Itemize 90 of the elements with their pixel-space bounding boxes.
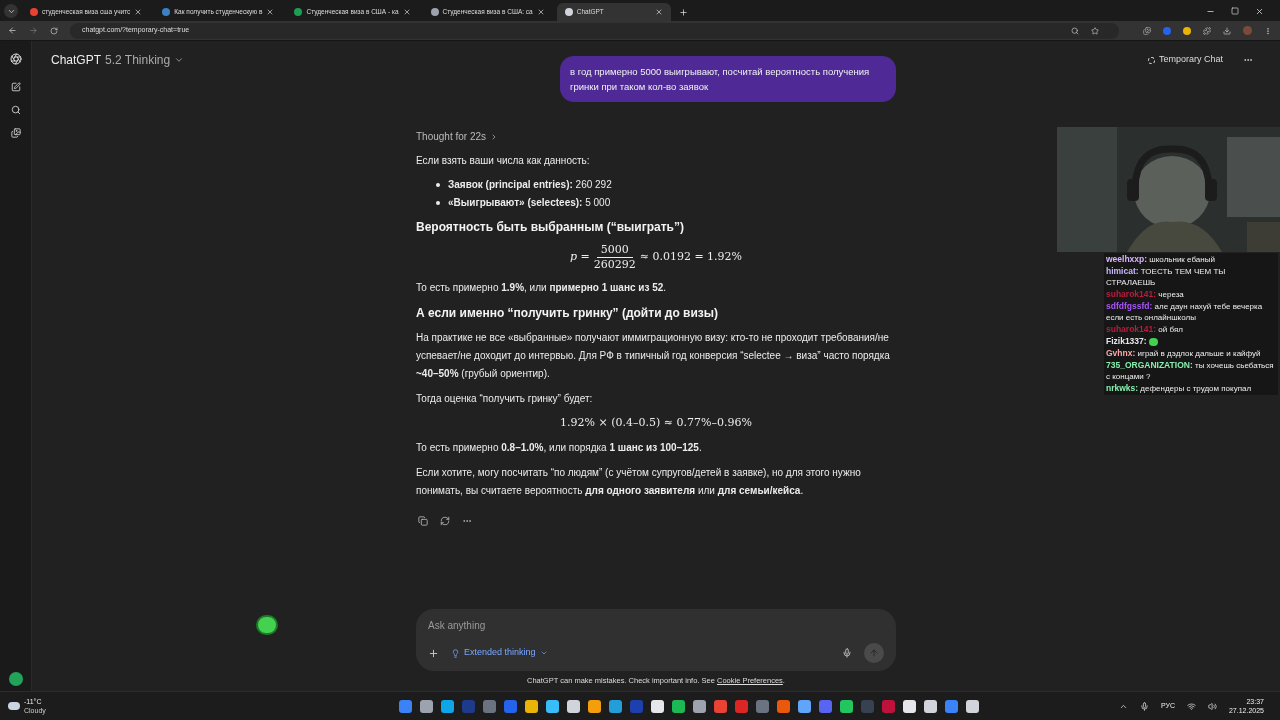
taskbar-app-icon[interactable] [545,699,559,713]
taskbar-app-icon[interactable] [650,699,664,713]
reload-icon[interactable] [50,26,58,35]
answer-heading: А если именно “получить гринку” (дойти до визы) [416,305,720,322]
back-icon[interactable] [8,26,17,35]
answer-paragraph: То есть примерно 0.8–1.0%, или порядка 1 шанс из 100–125. [416,440,703,455]
answer-paragraph: Тогда оценка “получить гринку” будет: [416,392,594,406]
formula-text: 1.92% × (0.4–0.5) ≈ 0.77%–0.96% [560,415,752,431]
close-icon[interactable] [536,8,545,16]
user-avatar[interactable] [8,672,23,686]
chevron-down-icon [539,649,548,657]
close-icon[interactable] [402,8,411,16]
answer-paragraph: Если хотите, могу посчитать “по людям” (с учётом супругов/детей в заявке), но для этого нужно понимать, вы считаете вероятность для одного заявителя или для семьи/кейса. [416,465,862,498]
taskbar-app-icon[interactable] [839,699,853,713]
answer-paragraph: То есть примерно 1.9%, или примерно 1 шанс из 52. [416,281,668,295]
images-icon[interactable] [10,128,21,138]
download-icon[interactable] [1223,26,1231,35]
close-icon[interactable] [654,8,663,16]
chat-username: Fizik1337: [1106,336,1147,346]
emote-icon [256,615,278,635]
taskbar-app-icon[interactable] [419,699,433,713]
chat-username: nrkwks: [1106,383,1139,393]
close-icon[interactable] [266,8,275,16]
chat-message: 735_ORGANIZATION: ты хочешь сьебаться с концами ? [1106,360,1275,382]
chat-username: weelhxxp: [1106,254,1148,264]
chat-message: Gvhnx: играй в дэдлок дальше и кайфуй [1106,348,1262,359]
extension-icon[interactable] [1143,26,1151,35]
chat-message: suharok141: ой бял [1106,324,1184,335]
chat-username: 735_ORGANIZATION: [1106,360,1193,370]
close-icon[interactable] [134,8,143,16]
attach-icon[interactable] [428,647,439,659]
taskbar-app-icon[interactable] [692,699,706,713]
arrow-up-icon [869,648,879,658]
tab-search-button[interactable] [4,4,18,18]
formula-text: ≈ 0.0192 = 1.92% [639,249,743,266]
volume-icon[interactable] [1207,701,1217,711]
regenerate-icon[interactable] [440,515,450,526]
message-input[interactable]: Ask anything [428,617,884,633]
microphone-icon[interactable] [1139,701,1149,711]
zoom-icon[interactable] [1071,26,1079,35]
weather-icon [8,702,20,710]
chat-username: suharok141: [1106,324,1157,334]
answer-paragraph: На практике не все «выбранные» получают иммиграционную визу: кто-то не проходит требования/не успевает/не доходит до интервью. Для РФ в типичный год конверсия “selectee → виза” часто порядка ~40–50% (грубый ориентир). [416,331,891,381]
answer-paragraph: Если взять ваши числа как данность: [416,154,591,168]
chat-username: himicat: [1106,266,1139,276]
taskbar-app-icon[interactable] [797,699,811,713]
formula-text: p = [569,249,590,266]
restore-icon[interactable] [1231,7,1239,15]
thought-toggle[interactable]: Thought for 22s [416,129,499,144]
taskbar-app-icon[interactable] [587,699,601,713]
model-selector[interactable]: ChatGPT 5.2 Thinking [51,51,185,69]
close-icon[interactable] [1255,7,1264,16]
extension-icon[interactable] [1183,26,1191,35]
chat-username: sdfdfgssfd: [1106,301,1153,311]
new-tab-icon[interactable] [678,8,688,17]
taskbar-app-icon[interactable] [671,699,685,713]
bullet-text: «Выигрывают» (selectees): 5 000 [448,196,611,210]
chat-message: nrkwks: дефендеры с трудом покупал [1106,383,1253,394]
fraction-numerator: 5000 [596,243,633,258]
taskbar-app-icon[interactable] [608,699,622,713]
new-chat-icon[interactable] [10,82,21,92]
network-icon[interactable] [1186,701,1196,711]
chat-username: Gvhnx: [1106,348,1136,358]
taskbar-app-icon[interactable] [902,699,916,713]
logo-icon[interactable] [9,53,22,65]
taskbar-app-icon[interactable] [440,699,454,713]
taskbar-app-icon[interactable] [965,699,979,713]
menu-icon[interactable] [1264,26,1272,35]
taskbar-app-icon[interactable] [923,699,937,713]
chat-message: suharok141: череза [1106,289,1185,300]
bookmark-icon[interactable] [1091,26,1099,35]
lightbulb-icon [451,648,460,658]
chat-username: suharok141: [1106,289,1157,299]
chevron-down-icon [174,55,185,65]
copy-icon[interactable] [418,515,428,526]
chat-message: weelhxxp: школьник ебаный [1106,254,1216,265]
search-icon[interactable] [10,105,21,115]
bullet-icon [436,201,440,205]
taskbar-app-icon[interactable] [566,699,580,713]
bullet-icon [436,183,440,187]
user-message: в год примерно 5000 выигрывают, посчитай вероятность получения гринки при таком кол-во заявок [560,56,896,102]
microphone-icon[interactable] [842,648,852,658]
extensions-icon[interactable] [1203,26,1211,35]
emote-icon [1148,337,1158,346]
answer-heading: Вероятность быть выбранным (“выиграть”) [416,219,685,236]
taskbar-app-icon[interactable] [524,699,538,713]
fraction-denominator: 260292 [593,258,636,272]
thinking-mode-button[interactable]: Extended thinking [451,646,548,660]
bullet-text: Заявок (principal entries): 260 292 [448,178,612,192]
temporary-chat-button[interactable]: Temporary Chat [1147,53,1223,67]
